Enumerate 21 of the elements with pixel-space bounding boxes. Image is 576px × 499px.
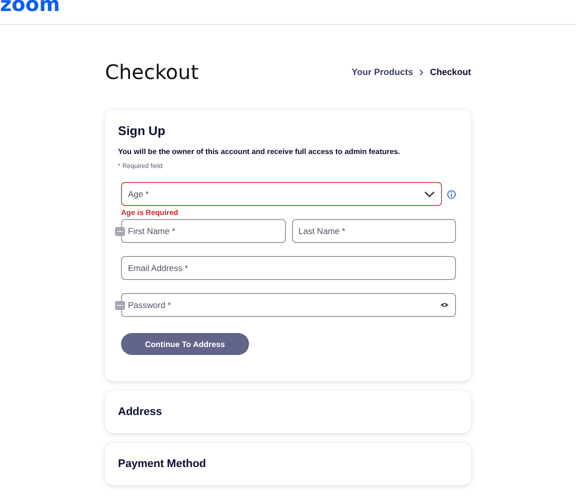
chevron-down-icon: [424, 190, 435, 198]
autofill-icon[interactable]: [115, 301, 125, 310]
input-field[interactable]: Password *: [121, 293, 456, 317]
input-field[interactable]: Email Address *: [121, 256, 456, 280]
input-field[interactable]: Last Name *: [292, 219, 456, 243]
eye-icon[interactable]: [440, 302, 449, 308]
section-title: Payment Method: [118, 458, 206, 470]
info-icon[interactable]: [447, 190, 456, 199]
breadcrumb-link[interactable]: Checkout: [430, 67, 471, 77]
section-title: Address: [118, 406, 162, 418]
section-card[interactable]: Payment Method: [105, 443, 471, 485]
section-title: Sign Up: [118, 124, 166, 138]
breadcrumb-link[interactable]: Your Products: [352, 67, 413, 77]
autofill-icon[interactable]: [115, 227, 125, 236]
chevron-icon: [418, 68, 424, 76]
input-field[interactable]: First Name *: [121, 219, 286, 243]
age-select[interactable]: Age *: [121, 182, 442, 206]
continue-button[interactable]: Continue To Address: [121, 333, 249, 355]
section-card[interactable]: Address: [105, 391, 471, 433]
page-title: Checkout: [105, 60, 199, 84]
zoom-logo[interactable]: zoom: [0, 0, 60, 14]
